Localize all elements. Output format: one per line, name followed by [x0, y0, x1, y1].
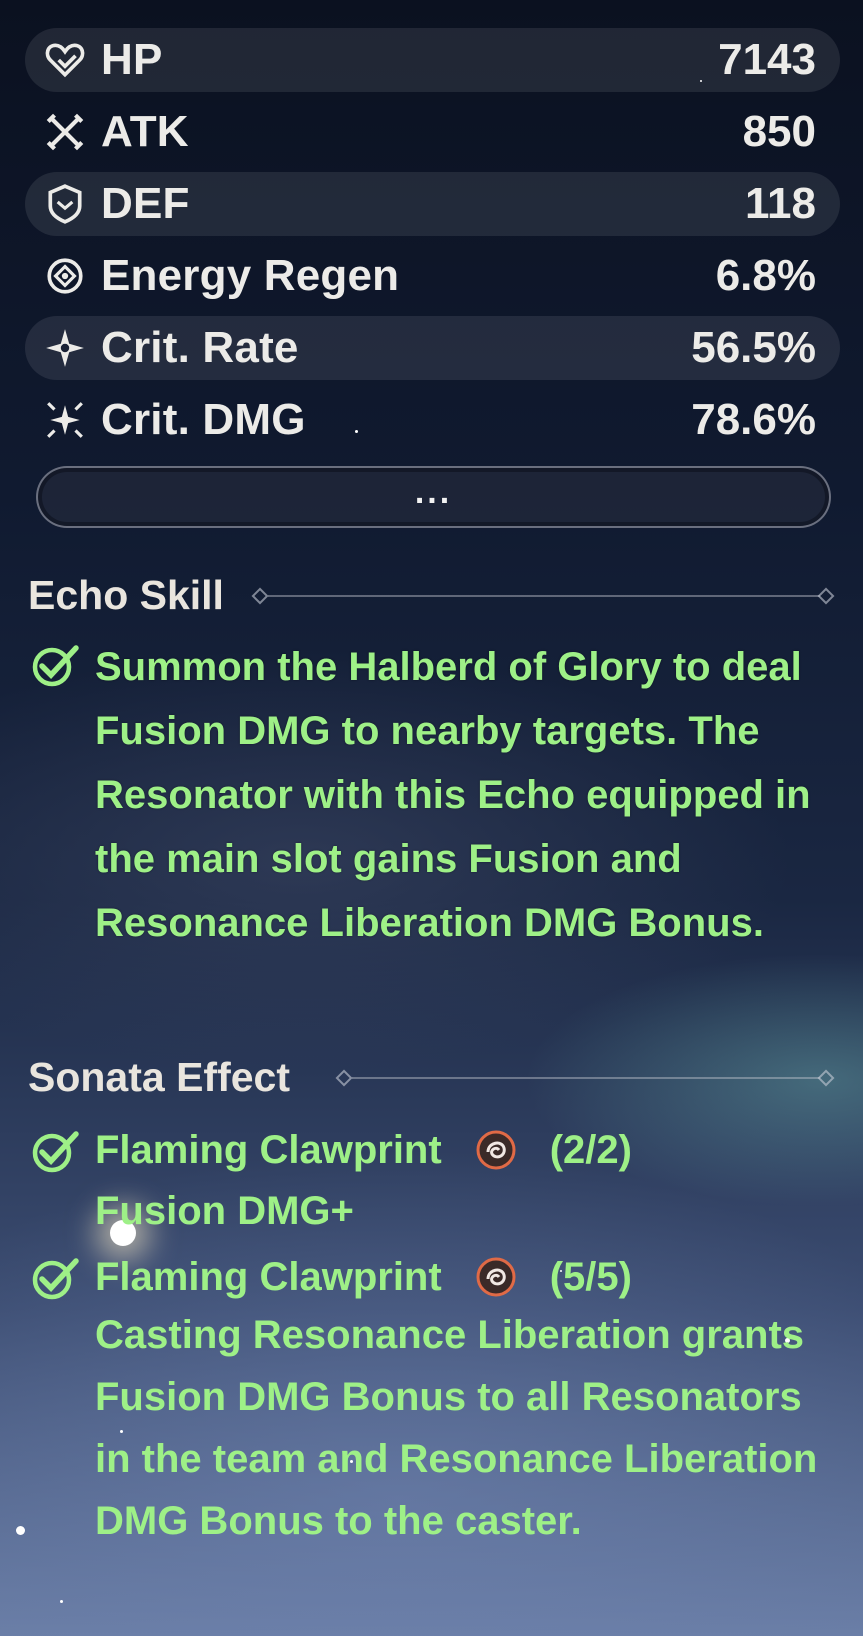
- sonata-set-name: Flaming Clawprint: [95, 1127, 442, 1172]
- crit-dmg-icon: [43, 398, 87, 442]
- stat-label: Energy Regen: [101, 251, 400, 300]
- stat-label: Crit. DMG: [101, 395, 306, 444]
- fusion-set-icon: [476, 1130, 516, 1170]
- stat-label: ATK: [101, 107, 189, 156]
- sonata-set-description: Casting Resonance Liberation grants Fusi…: [95, 1313, 818, 1543]
- energy-regen-icon: [43, 254, 87, 298]
- sonata-set-header: Flaming Clawprint (2/2): [95, 1120, 632, 1180]
- sonata-set-description: Fusion DMG+: [95, 1189, 354, 1233]
- stat-value: 7143: [718, 35, 816, 84]
- stat-value: 56.5%: [691, 323, 816, 372]
- stat-row-atk: ATK 850: [25, 100, 840, 164]
- more-button-label: ...: [414, 472, 453, 511]
- stat-value: 78.6%: [691, 395, 816, 444]
- sonata-effect-divider: [352, 1077, 820, 1079]
- stat-row-hp: HP 7143: [25, 28, 840, 92]
- echo-skill-title: Echo Skill: [28, 572, 224, 618]
- check-icon: [32, 1258, 79, 1300]
- stat-row-crit-rate: Crit. Rate 56.5%: [25, 316, 840, 380]
- sonata-set-pieces: (5/5): [549, 1254, 632, 1299]
- stat-value: 6.8%: [715, 251, 816, 300]
- heart-icon: [43, 38, 87, 82]
- divider-diamond-left: [335, 1069, 353, 1087]
- stat-label: DEF: [101, 179, 190, 228]
- stat-row-def: DEF 118: [25, 172, 840, 236]
- sonata-set-pieces: (2/2): [549, 1127, 632, 1172]
- check-icon: [32, 1131, 79, 1173]
- stat-label: HP: [101, 35, 163, 84]
- fusion-set-icon: [476, 1257, 516, 1297]
- divider-diamond-right: [817, 587, 835, 605]
- echo-skill-description: Summon the Halberd of Glory to deal Fusi…: [95, 645, 811, 945]
- divider-diamond-left: [251, 587, 269, 605]
- echo-skill-divider: [268, 595, 820, 597]
- stat-row-crit-dmg: Crit. DMG 78.6%: [25, 388, 840, 452]
- check-icon: [32, 645, 79, 687]
- stat-value: 118: [745, 179, 816, 228]
- stat-value: 850: [742, 107, 816, 156]
- stat-row-energy-regen: Energy Regen 6.8%: [25, 244, 840, 308]
- more-details-button[interactable]: ...: [36, 466, 831, 528]
- shield-icon: [43, 182, 87, 226]
- stat-label: Crit. Rate: [101, 323, 299, 372]
- crit-rate-icon: [43, 326, 87, 370]
- sonata-set-header: Flaming Clawprint (5/5): [95, 1247, 632, 1307]
- sonata-set-name: Flaming Clawprint: [95, 1254, 442, 1299]
- divider-diamond-right: [817, 1069, 835, 1087]
- stats-panel: HP 7143 ATK 850 DEF 118 Energy Regen 6.8…: [25, 28, 840, 460]
- swords-icon: [43, 110, 87, 154]
- sonata-effect-title: Sonata Effect: [28, 1054, 290, 1100]
